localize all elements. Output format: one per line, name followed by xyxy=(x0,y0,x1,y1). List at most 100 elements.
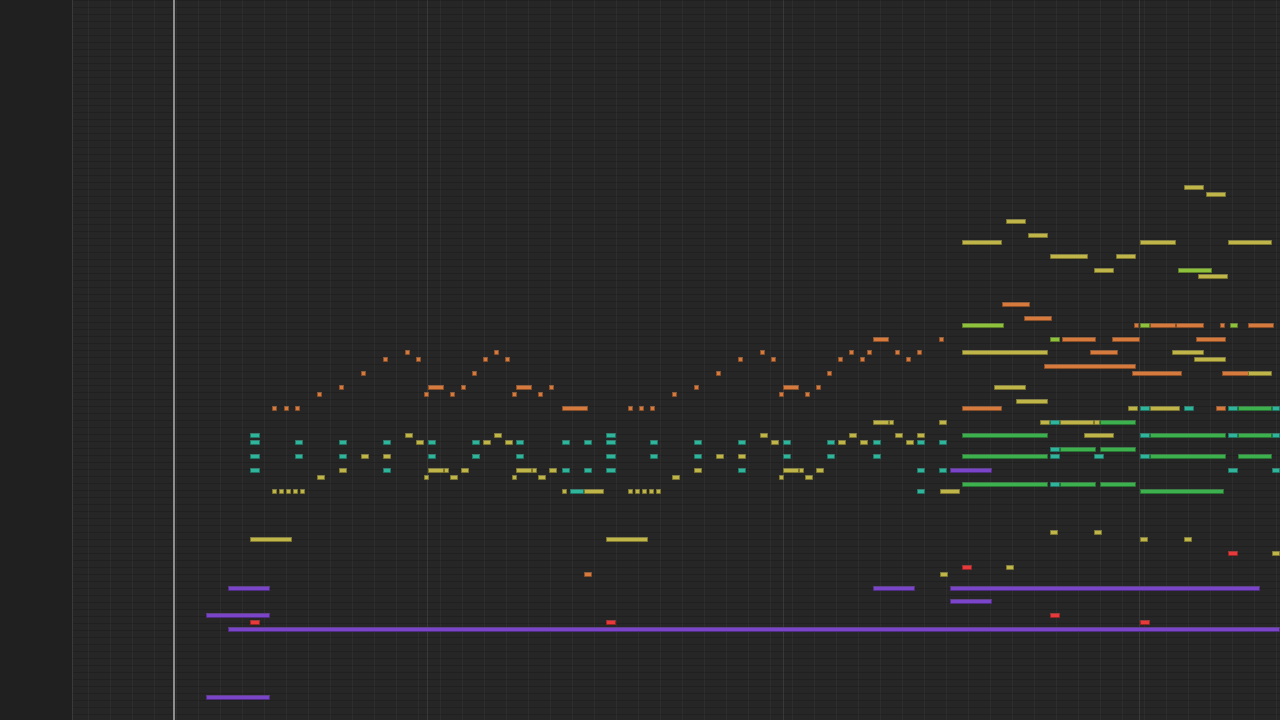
midi-note[interactable] xyxy=(1006,219,1026,224)
midi-note[interactable] xyxy=(1050,420,1060,425)
midi-note[interactable] xyxy=(424,392,429,397)
midi-note[interactable] xyxy=(917,433,925,438)
midi-note[interactable] xyxy=(383,440,391,445)
midi-note[interactable] xyxy=(1230,323,1238,328)
midi-note[interactable] xyxy=(1050,530,1058,535)
midi-note[interactable] xyxy=(606,454,616,459)
midi-note[interactable] xyxy=(906,440,914,445)
midi-note[interactable] xyxy=(295,440,303,445)
midi-note[interactable] xyxy=(1060,447,1096,452)
midi-note[interactable] xyxy=(962,240,1002,245)
midi-note[interactable] xyxy=(606,537,648,542)
midi-note[interactable] xyxy=(584,468,592,473)
midi-note[interactable] xyxy=(838,357,843,362)
midi-note[interactable] xyxy=(950,599,992,604)
midi-note[interactable] xyxy=(1140,323,1150,328)
midi-note[interactable] xyxy=(284,406,289,411)
midi-note[interactable] xyxy=(516,440,524,445)
midi-note[interactable] xyxy=(1238,454,1272,459)
midi-note[interactable] xyxy=(450,475,458,480)
midi-note[interactable] xyxy=(1228,468,1238,473)
midi-note[interactable] xyxy=(1090,350,1118,355)
midi-note[interactable] xyxy=(584,440,592,445)
midi-note[interactable] xyxy=(1060,482,1096,487)
midi-note[interactable] xyxy=(250,433,260,438)
midi-note[interactable] xyxy=(783,454,791,459)
midi-note[interactable] xyxy=(562,468,570,473)
midi-note[interactable] xyxy=(1228,433,1238,438)
midi-note[interactable] xyxy=(694,468,702,473)
midi-note[interactable] xyxy=(1272,433,1280,438)
midi-note[interactable] xyxy=(1272,468,1280,473)
midi-note[interactable] xyxy=(1206,192,1226,197)
midi-note[interactable] xyxy=(650,440,658,445)
midi-note[interactable] xyxy=(428,440,436,445)
midi-note[interactable] xyxy=(873,586,915,591)
midi-note[interactable] xyxy=(494,350,499,355)
midi-note[interactable] xyxy=(827,440,835,445)
midi-note[interactable] xyxy=(562,489,567,494)
midi-note[interactable] xyxy=(962,482,1048,487)
midi-note[interactable] xyxy=(293,489,298,494)
midi-note[interactable] xyxy=(483,440,491,445)
midi-note[interactable] xyxy=(461,385,466,390)
midi-note[interactable] xyxy=(424,475,429,480)
midi-note[interactable] xyxy=(1194,357,1226,362)
midi-note[interactable] xyxy=(917,468,925,473)
midi-note[interactable] xyxy=(873,454,881,459)
midi-note[interactable] xyxy=(339,385,344,390)
midi-note[interactable] xyxy=(339,440,347,445)
midi-note[interactable] xyxy=(716,454,724,459)
midi-note[interactable] xyxy=(939,420,947,425)
midi-note[interactable] xyxy=(606,433,616,438)
midi-note[interactable] xyxy=(1140,433,1150,438)
midi-note[interactable] xyxy=(906,357,911,362)
midi-note[interactable] xyxy=(860,357,865,362)
midi-note[interactable] xyxy=(962,454,1048,459)
midi-note[interactable] xyxy=(917,440,925,445)
midi-note[interactable] xyxy=(962,323,1004,328)
midi-note[interactable] xyxy=(895,433,903,438)
midi-note[interactable] xyxy=(1016,399,1048,404)
midi-note[interactable] xyxy=(1132,371,1182,376)
midi-note[interactable] xyxy=(383,468,391,473)
midi-note[interactable] xyxy=(250,454,260,459)
midi-note[interactable] xyxy=(849,433,857,438)
midi-note[interactable] xyxy=(1216,406,1226,411)
midi-note[interactable] xyxy=(950,586,1260,591)
midi-note[interactable] xyxy=(1140,454,1150,459)
midi-note[interactable] xyxy=(1178,268,1212,273)
midi-note[interactable] xyxy=(361,454,369,459)
midi-note[interactable] xyxy=(339,454,347,459)
midi-note[interactable] xyxy=(250,468,260,473)
midi-note[interactable] xyxy=(1100,447,1136,452)
piano-roll-grid[interactable] xyxy=(0,0,1280,720)
midi-note[interactable] xyxy=(940,489,960,494)
midi-note[interactable] xyxy=(760,350,765,355)
midi-note[interactable] xyxy=(628,406,633,411)
midi-note[interactable] xyxy=(228,627,1280,632)
midi-note[interactable] xyxy=(1248,323,1274,328)
midi-note[interactable] xyxy=(516,385,532,390)
midi-note[interactable] xyxy=(889,420,894,425)
midi-note[interactable] xyxy=(771,357,776,362)
midi-note[interactable] xyxy=(779,392,784,397)
midi-note[interactable] xyxy=(1112,337,1140,342)
midi-note[interactable] xyxy=(361,371,366,376)
midi-note[interactable] xyxy=(1140,620,1150,625)
midi-note[interactable] xyxy=(516,468,532,473)
midi-note[interactable] xyxy=(650,406,655,411)
midi-note[interactable] xyxy=(783,468,799,473)
midi-note[interactable] xyxy=(962,433,1048,438)
midi-note[interactable] xyxy=(505,357,510,362)
midi-note[interactable] xyxy=(1150,406,1180,411)
midi-note[interactable] xyxy=(650,454,658,459)
midi-note[interactable] xyxy=(1228,406,1238,411)
midi-note[interactable] xyxy=(994,385,1026,390)
midi-note[interactable] xyxy=(606,620,616,625)
midi-note[interactable] xyxy=(827,371,832,376)
midi-note[interactable] xyxy=(672,392,677,397)
midi-note[interactable] xyxy=(639,406,644,411)
midi-note[interactable] xyxy=(895,350,900,355)
midi-note[interactable] xyxy=(738,454,746,459)
